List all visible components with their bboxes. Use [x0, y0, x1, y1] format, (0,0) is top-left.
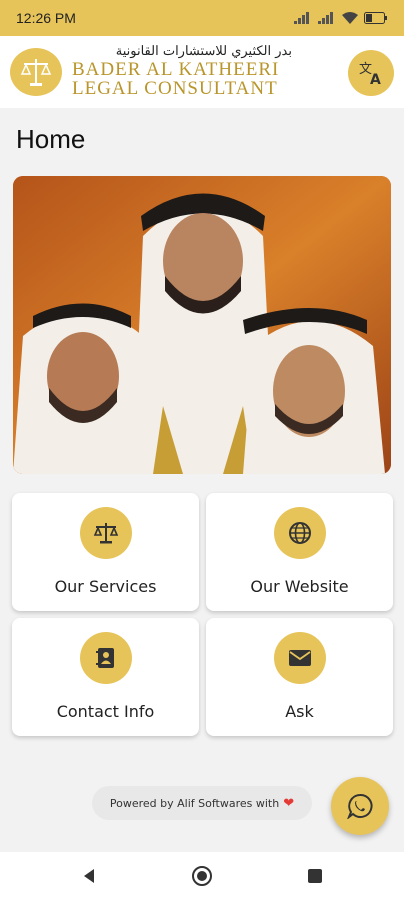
- card-contact-info[interactable]: Contact Info: [12, 618, 199, 736]
- card-icon-wrap: [80, 507, 132, 559]
- card-our-services[interactable]: Our Services: [12, 493, 199, 611]
- translate-icon: 文 A: [359, 62, 381, 87]
- card-icon-wrap: [274, 507, 326, 559]
- signal-icon: [318, 12, 333, 24]
- card-label: Our Website: [250, 577, 349, 596]
- svg-text:A: A: [370, 72, 381, 87]
- card-our-website[interactable]: Our Website: [206, 493, 393, 611]
- logo-text: بدر الكثيري للاستشارات القانونية BADER A…: [72, 44, 292, 98]
- card-label: Our Services: [54, 577, 157, 596]
- page-title: Home: [16, 124, 86, 154]
- system-nav-bar: [0, 852, 404, 900]
- translate-button[interactable]: 文 A: [348, 50, 394, 96]
- powered-by-badge: Powered by Alif Softwares with ❤: [92, 786, 312, 820]
- card-ask[interactable]: Ask: [206, 618, 393, 736]
- wifi-icon: [342, 12, 358, 24]
- logo-emblem: [10, 48, 62, 96]
- status-bar: 12:26 PM: [0, 0, 404, 36]
- nav-back-button[interactable]: [65, 852, 113, 900]
- powered-by-text: Powered by Alif Softwares with: [109, 796, 280, 810]
- logo-line-2: LEGAL CONSULTANT: [72, 78, 278, 99]
- battery-icon: [364, 12, 387, 24]
- back-triangle-icon: [84, 869, 94, 883]
- signal-icon: [294, 12, 309, 24]
- home-circle-icon: [192, 866, 212, 886]
- nav-home-button[interactable]: [178, 852, 226, 900]
- scale-logo-icon: [20, 59, 52, 86]
- card-label: Contact Info: [56, 702, 155, 721]
- app-header: بدر الكثيري للاستشارات القانونية BADER A…: [0, 36, 404, 108]
- whatsapp-button[interactable]: [331, 777, 389, 835]
- nav-recents-button[interactable]: [291, 852, 339, 900]
- card-icon-wrap: [274, 632, 326, 684]
- card-icon-wrap: [80, 632, 132, 684]
- card-label: Ask: [285, 702, 314, 721]
- portrait-photo: [13, 176, 391, 474]
- logo-line-1: BADER AL KATHEERI: [72, 59, 280, 80]
- contact-book-icon: [96, 648, 114, 668]
- status-time: 12:26 PM: [16, 10, 76, 26]
- mail-icon: [289, 650, 311, 666]
- hero-image: [13, 176, 391, 474]
- scale-icon: [93, 523, 119, 544]
- globe-icon: [289, 522, 311, 544]
- heart-icon: ❤: [283, 795, 295, 811]
- logo-arabic: بدر الكثيري للاستشارات القانونية: [115, 44, 292, 59]
- whatsapp-icon: [347, 793, 373, 819]
- recents-square-icon: [308, 869, 322, 883]
- status-icons: [294, 12, 388, 24]
